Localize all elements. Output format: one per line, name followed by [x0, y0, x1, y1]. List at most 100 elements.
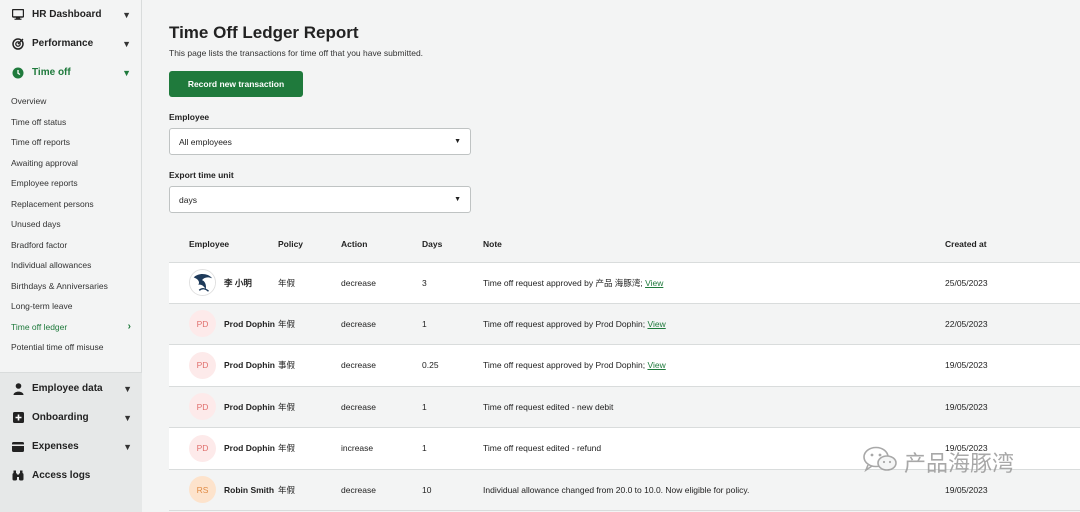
nav-time-off[interactable]: Time off ▼ — [0, 58, 141, 87]
nav-employee-data-label: Employee data — [32, 383, 103, 394]
dropdown-arrow-icon: ▼ — [454, 138, 461, 145]
person-icon — [11, 382, 25, 396]
submenu-item-time-off-status[interactable]: Time off status — [0, 112, 141, 133]
cell-days: 1 — [422, 401, 427, 412]
clock-icon — [11, 66, 25, 80]
header-action[interactable]: Action — [341, 239, 422, 249]
cell-action: decrease — [341, 318, 376, 329]
header-employee[interactable]: Employee — [169, 239, 278, 249]
cell-days: 1 — [422, 443, 427, 454]
table-row: 李 小明 年假 decrease 3 Time off request appr… — [169, 262, 1080, 304]
nav-time-off-label: Time off — [32, 67, 71, 78]
cell-action: increase — [341, 443, 374, 454]
submenu-item-label: Overview — [11, 96, 47, 107]
submenu-item-long-term-leave[interactable]: Long-term leave — [0, 296, 141, 317]
page-description: This page lists the transactions for tim… — [169, 48, 424, 58]
cell-days: 3 — [422, 277, 427, 288]
employee-name[interactable]: Prod Dophin — [224, 360, 275, 370]
cell-policy: 事假 — [278, 360, 296, 371]
view-link[interactable]: View — [645, 278, 663, 288]
avatar: PD — [189, 434, 216, 462]
cell-action: decrease — [341, 484, 376, 495]
submenu-item-birthdays[interactable]: Birthdays & Anniversaries — [0, 276, 141, 297]
nav-onboarding-label: Onboarding — [32, 412, 89, 423]
header-days[interactable]: Days — [422, 239, 483, 249]
avatar — [189, 269, 216, 297]
chevron-down-icon: ▼ — [123, 412, 132, 423]
submenu-item-time-off-ledger[interactable]: Time off ledger › — [0, 317, 141, 338]
cell-note: Time off request approved by Prod Dophin… — [483, 360, 945, 370]
nav-employee-data[interactable]: Employee data ▼ — [0, 374, 142, 403]
submenu-item-employee-reports[interactable]: Employee reports — [0, 173, 141, 194]
target-icon — [11, 37, 25, 51]
submenu-item-time-off-reports[interactable]: Time off reports — [0, 132, 141, 153]
export-unit-select[interactable]: days ▼ — [169, 186, 471, 213]
chevron-down-icon: ▼ — [122, 67, 131, 78]
view-link[interactable]: View — [647, 319, 665, 329]
cell-created-at: 25/05/2023 — [945, 277, 988, 288]
view-link[interactable]: View — [647, 360, 665, 370]
chevron-down-icon: ▼ — [122, 38, 131, 49]
export-unit-select-value: days — [179, 194, 197, 205]
nav-performance[interactable]: Performance ▼ — [0, 29, 141, 58]
nav-performance-label: Performance — [32, 38, 94, 49]
submenu-item-overview[interactable]: Overview — [0, 91, 141, 112]
header-created-at[interactable]: Created at — [945, 239, 1080, 249]
cell-created-at: 22/05/2023 — [945, 318, 988, 329]
submenu-item-potential-misuse[interactable]: Potential time off misuse — [0, 337, 141, 358]
employee-name[interactable]: Prod Dophin — [224, 443, 275, 453]
submenu-item-label: Bradford factor — [11, 239, 68, 250]
employee-name[interactable]: Robin Smith — [224, 485, 274, 495]
cell-note: Individual allowance changed from 20.0 t… — [483, 484, 750, 495]
cell-policy: 年假 — [278, 443, 296, 454]
submenu-item-label: Birthdays & Anniversaries — [11, 280, 108, 291]
submenu-item-label: Individual allowances — [11, 260, 92, 271]
header-note[interactable]: Note — [483, 239, 945, 249]
watermark: 产品海豚湾 — [862, 445, 1014, 479]
note-text: Time off request approved by Prod Dophin… — [483, 360, 646, 371]
submenu-item-unused-days[interactable]: Unused days — [0, 214, 141, 235]
main-content: Time Off Ledger Report This page lists t… — [143, 0, 1080, 512]
submenu-item-label: Replacement persons — [11, 198, 94, 209]
cell-days: 0.25 — [422, 360, 439, 371]
cell-note: Time off request approved by Prod Dophin… — [483, 319, 945, 329]
time-off-submenu: Overview Time off status Time off report… — [0, 87, 141, 358]
submenu-item-label: Long-term leave — [11, 301, 73, 312]
employee-select-value: All employees — [179, 136, 232, 147]
cell-action: decrease — [341, 360, 376, 371]
submenu-item-label: Potential time off misuse — [11, 342, 104, 353]
header-policy[interactable]: Policy — [278, 239, 341, 249]
record-new-transaction-button[interactable]: Record new transaction — [169, 71, 303, 97]
employee-name[interactable]: 李 小明 — [224, 277, 252, 289]
avatar: PD — [189, 393, 216, 421]
nav-hr-dashboard[interactable]: HR Dashboard ▼ — [0, 0, 141, 29]
employee-name[interactable]: Prod Dophin — [224, 319, 275, 329]
binoculars-icon — [11, 469, 25, 483]
cell-created-at: 19/05/2023 — [945, 360, 988, 371]
page-title: Time Off Ledger Report — [169, 23, 359, 42]
nav-expenses[interactable]: Expenses ▼ — [0, 432, 142, 461]
chevron-down-icon: ▼ — [122, 9, 131, 20]
sidebar: HR Dashboard ▼ Performance ▼ Time off ▼ … — [0, 0, 142, 512]
submenu-item-bradford-factor[interactable]: Bradford factor — [0, 235, 141, 256]
cell-note: Time off request edited - new debit — [483, 401, 614, 412]
employee-select[interactable]: All employees ▼ — [169, 128, 471, 155]
cell-policy: 年假 — [278, 401, 296, 412]
submenu-item-awaiting-approval[interactable]: Awaiting approval — [0, 153, 141, 174]
submenu-item-replacement-persons[interactable]: Replacement persons — [0, 194, 141, 215]
submenu-item-individual-allowances[interactable]: Individual allowances — [0, 255, 141, 276]
nav-access-logs[interactable]: Access logs — [0, 461, 142, 490]
table-row: PD Prod Dophin 年假 decrease 1 Time off re… — [169, 386, 1080, 428]
cell-action: decrease — [341, 277, 376, 288]
employee-name[interactable]: Prod Dophin — [224, 402, 275, 412]
submenu-item-label: Awaiting approval — [11, 157, 78, 168]
avatar: RS — [189, 476, 216, 504]
dropdown-arrow-icon: ▼ — [454, 196, 461, 203]
cell-action: decrease — [341, 401, 376, 412]
nav-hr-dashboard-label: HR Dashboard — [32, 9, 102, 20]
export-unit-label: Export time unit — [169, 170, 234, 180]
cell-policy: 年假 — [278, 484, 296, 495]
note-text: Time off request approved by 产品 海豚湾; — [483, 277, 643, 288]
wallet-icon — [11, 440, 25, 454]
nav-onboarding[interactable]: Onboarding ▼ — [0, 403, 142, 432]
